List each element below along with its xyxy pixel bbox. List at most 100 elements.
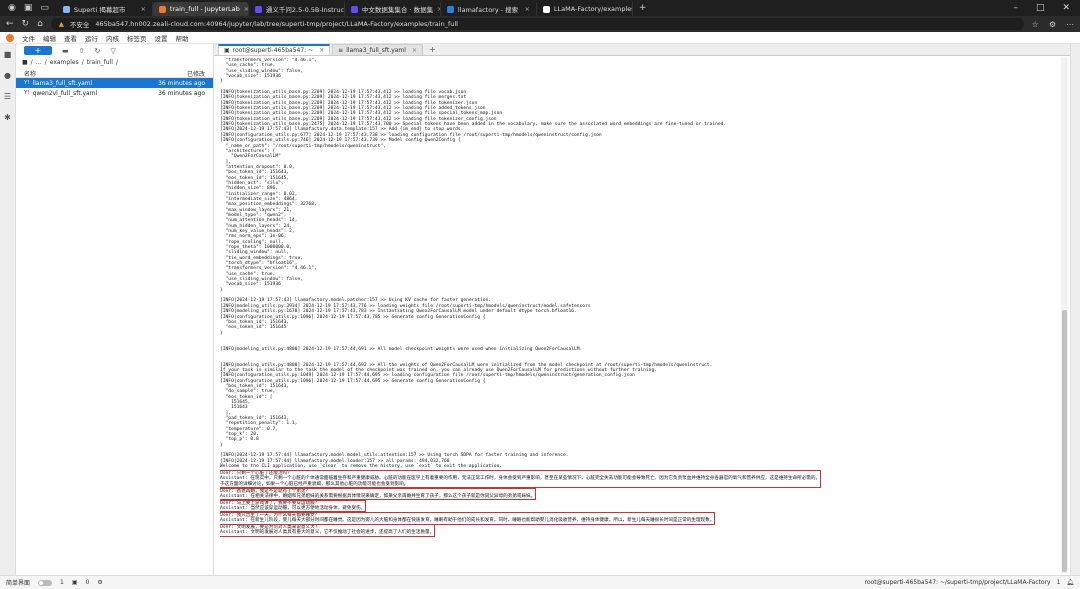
breadcrumb-part[interactable]: … <box>36 59 42 66</box>
browser-tab[interactable]: Superti 揭幕超市 × <box>57 2 153 16</box>
menu-help[interactable]: 帮助 <box>176 33 189 43</box>
browser-tab[interactable]: LLaMA-Factory/examples/inferen× <box>537 2 633 16</box>
breadcrumb-part[interactable]: / <box>116 59 118 66</box>
file-list-header: 名称 已修改 <box>16 69 213 78</box>
terminal-output[interactable]: "transformers_version": "4.46.1", "use_c… <box>220 58 1058 573</box>
address-bar-row: ← ↻ ⌂ ▲ 不安全 465ba547.hn002.zeali-cloud.c… <box>0 16 1080 32</box>
browser-tab-bar: ◉ ▣ ▭ Superti 揭幕超市 × train_full - JupyterL… <box>0 0 1080 16</box>
menu-view[interactable]: 查看 <box>64 33 77 43</box>
close-tab-icon[interactable]: × <box>319 47 324 54</box>
file-name: llama3_full_sft.yaml <box>32 79 93 87</box>
notification-icon[interactable]: 🔔︎ <box>1066 579 1074 586</box>
dialog-turn: User: 文明发展，要是为何对人类来说意义大? Assistant: 文明的发展… <box>220 524 436 537</box>
menu-file[interactable]: 文件 <box>22 33 35 43</box>
file-browser: + ▬ ⇧ ↻ ▽ ■ /… / examples / train_full / 名称 已修… <box>16 44 214 575</box>
more-icon[interactable]: ⋯ <box>1066 20 1074 29</box>
window-icons: ◉ ▣ ▭ <box>0 3 57 13</box>
file-list: Y! llama3_full_sft.yaml 36 minutes ago Y! qw… <box>16 78 213 98</box>
document-tab-bar: ▣ root@superti-465ba547: ~ × ≡ llama3_full_s… <box>214 44 1070 56</box>
filter-icon[interactable]: ▽ <box>110 47 115 55</box>
tab-favicon-icon <box>254 5 262 13</box>
tab-favicon-icon <box>158 5 166 13</box>
breadcrumb-part[interactable]: / <box>31 59 33 66</box>
terminal-line: Welcome to the CLI application, use `cle… <box>220 464 503 470</box>
simple-mode-toggle[interactable] <box>38 579 53 586</box>
dialog-line: Assistant: 在相关法律中，婚姻和兄弟姐妹的关系需要根据具体情况来确定，… <box>220 493 536 499</box>
minimize-button[interactable]: – <box>1013 3 1018 13</box>
reload-icon[interactable]: ↻ <box>22 19 30 29</box>
commands-icon[interactable]: ☰ <box>4 92 11 101</box>
url-text[interactable]: 465ba547.hn002.zeali-cloud.com:40964/jup… <box>95 20 458 28</box>
profile-icon[interactable]: ◉ <box>8 3 16 13</box>
file-browser-toolbar: + ▬ ⇧ ↻ ▽ <box>16 44 213 57</box>
kernel-icon: ⚙ <box>97 579 103 586</box>
file-modified: 36 minutes ago <box>158 89 205 97</box>
browser-tab-label: train_full - JupyterLab <box>169 5 240 13</box>
workspaces-icon[interactable]: ▣ <box>24 3 33 13</box>
main-dock-area: ▣ root@superti-465ba547: ~ × ≡ llama3_full_s… <box>214 44 1070 575</box>
column-name[interactable]: 名称 <box>24 69 187 78</box>
browser-tab[interactable]: llamafactory - 搜索 × <box>441 2 537 16</box>
menu-run[interactable]: 运行 <box>85 33 98 43</box>
close-tab-icon[interactable]: × <box>412 47 417 54</box>
back-icon[interactable]: ← <box>6 19 14 29</box>
tab-list-icon[interactable]: ▭ <box>40 3 49 13</box>
browser-tab[interactable]: 中文数据集集合 · 数据集× <box>345 2 441 16</box>
add-tab-button[interactable]: + <box>425 45 440 55</box>
running-icon[interactable]: ● <box>4 71 11 80</box>
menu-kernel[interactable]: 内核 <box>106 33 119 43</box>
scrollbar-thumb[interactable] <box>1062 310 1067 572</box>
breadcrumb-part[interactable]: train_full <box>87 59 113 66</box>
tab-favicon-icon <box>350 5 358 13</box>
menu-tabs[interactable]: 标签页 <box>127 33 147 43</box>
browser-tab-label: llamafactory - 搜索 <box>457 6 519 14</box>
menu-settings[interactable]: 设置 <box>155 33 168 43</box>
breadcrumb-part[interactable]: examples <box>50 59 79 66</box>
upload-icon[interactable]: ⇧ <box>79 47 85 55</box>
status-bar: 简单界面 1 ▣ 0 ⚙ root@superti-465ba547: ~/su… <box>0 575 1080 589</box>
new-tab-button[interactable]: + <box>633 3 653 13</box>
left-sidebar-icons: ■ ● ☰ ✱ <box>0 44 16 575</box>
yaml-file-icon: Y! <box>24 79 30 86</box>
url-field[interactable]: ▲ 不安全 465ba547.hn002.zeali-cloud.com:409… <box>50 18 1024 30</box>
close-window-button[interactable]: ✕ <box>1062 3 1070 13</box>
extension-icon[interactable]: ✱ <box>4 113 11 122</box>
breadcrumb-part[interactable]: / <box>82 59 84 66</box>
column-modified[interactable]: 已修改 <box>187 69 205 78</box>
file-row[interactable]: Y! llama3_full_sft.yaml 36 minutes ago <box>16 78 213 88</box>
terminal-scrollbar[interactable] <box>1061 58 1068 573</box>
bookmark-icon[interactable]: ☆ <box>1032 20 1039 29</box>
close-tab-icon[interactable]: × <box>140 5 145 13</box>
right-sidebar <box>1070 44 1080 575</box>
browser-tab[interactable]: train_full - JupyterLab × <box>152 2 249 16</box>
browser-tab-label: Superti 揭幕超市 <box>73 6 126 14</box>
breadcrumb-part[interactable]: / <box>45 59 47 66</box>
settings-icon[interactable]: ⚙ <box>1049 20 1056 29</box>
dialog-turn: User: 马上要上游戏课了，我要不要穿运动服？ Assistant: 当然应该穿… <box>220 499 367 513</box>
maximize-button[interactable]: □ <box>1036 3 1045 13</box>
dialog-line: Assistant: 当然应该穿运动服，可以更方便地活动身体，避免受伤。 <box>220 506 366 512</box>
dialog-line: Assistant: 在新生儿阶段，婴儿每天大部分时间都在睡觉。这是因为婴儿的大… <box>220 518 715 524</box>
document-tab[interactable]: ≡ llama3_full_sft.yaml × <box>332 44 423 55</box>
document-tab-label: llama3_full_sft.yaml <box>346 46 406 54</box>
breadcrumb-part[interactable]: ■ <box>22 59 28 66</box>
refresh-icon[interactable]: ↻ <box>95 47 101 55</box>
document-tab[interactable]: ▣ root@superti-465ba547: ~ × <box>218 44 331 55</box>
dialog-turn: User: 只剩一个心脏了还能活吗？ Assistant: 在现实中，只剩一个心脏… <box>220 469 822 489</box>
close-tab-icon[interactable]: × <box>524 5 529 13</box>
file-row[interactable]: Y! qwen2vl_full_sft.yaml 36 minutes ago <box>16 88 213 98</box>
status-line: 1 <box>1056 579 1061 586</box>
home-icon[interactable]: ⌂ <box>37 19 43 29</box>
terminal-count: 1 <box>60 579 64 586</box>
simple-mode-label: 简单界面 <box>6 580 31 587</box>
new-launcher-button[interactable]: + <box>24 46 52 55</box>
terminal-icon: ▣ <box>224 47 230 54</box>
folder-icon[interactable]: ■ <box>4 50 12 59</box>
document-tab-label: root@superti-465ba547: ~ <box>232 47 314 54</box>
file-modified: 36 minutes ago <box>158 79 205 87</box>
tab-favicon-icon <box>542 5 550 13</box>
new-folder-icon[interactable]: ▬ <box>62 47 69 55</box>
browser-tab[interactable]: 通义千问2.5-0.5B-Instruct · 模型库× <box>249 2 345 16</box>
menu-edit[interactable]: 编辑 <box>43 33 56 43</box>
file-name: qwen2vl_full_sft.yaml <box>32 89 98 97</box>
